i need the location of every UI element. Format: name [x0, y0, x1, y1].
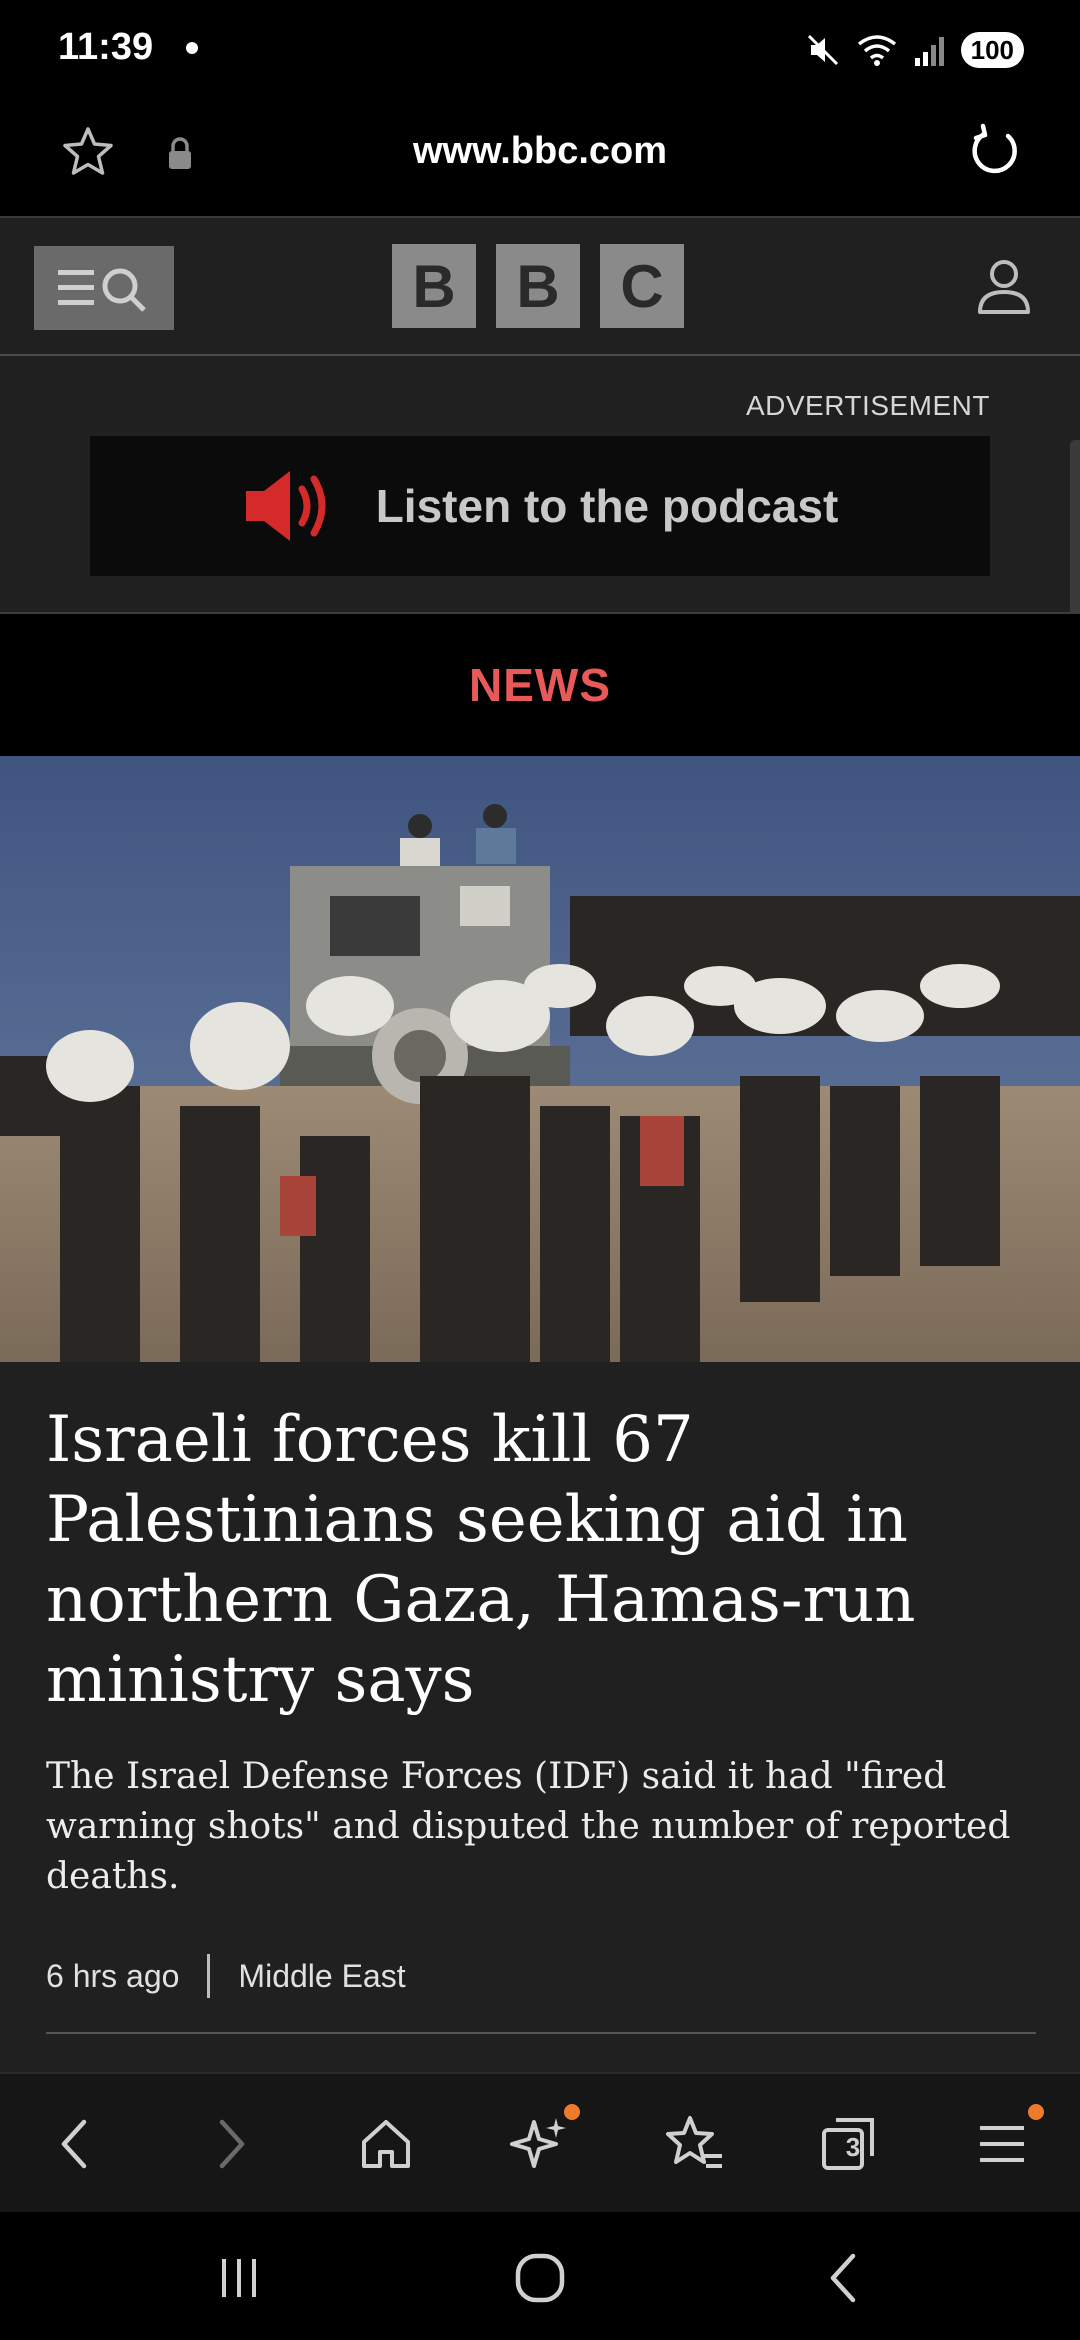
recent-apps-button[interactable]	[204, 2248, 274, 2308]
article-hero-image[interactable]	[0, 756, 1080, 1362]
ad-label: ADVERTISEMENT	[745, 390, 990, 421]
tab-count: 3	[845, 2132, 861, 2162]
browser-address-bar: www.bbc.com	[0, 100, 1080, 216]
bbc-logo-letter: B	[392, 244, 476, 328]
system-navigation-bar	[0, 2212, 1080, 2340]
chevron-left-icon	[61, 2119, 87, 2169]
home-button[interactable]	[346, 2104, 426, 2184]
news-section-bar: NEWS	[0, 614, 1080, 756]
status-icons: 100	[805, 28, 1024, 72]
news-section-link[interactable]: NEWS	[469, 658, 611, 712]
signal-icon	[914, 37, 944, 66]
bookmarks-button[interactable]	[654, 2104, 734, 2184]
reload-icon[interactable]	[964, 122, 1024, 187]
menu-search-button[interactable]	[34, 246, 174, 330]
status-time: 11:39	[58, 26, 154, 68]
ai-assistant-button[interactable]	[500, 2104, 580, 2184]
hamburger-menu-icon	[980, 2126, 1024, 2162]
back-chevron-icon	[830, 2253, 856, 2303]
wifi-icon	[857, 35, 896, 66]
back-button[interactable]	[34, 2104, 114, 2184]
bookmarks-star-icon	[666, 2116, 722, 2168]
account-icon[interactable]	[972, 254, 1036, 323]
mute-icon	[807, 34, 838, 66]
article-summary: The Israel Defense Forces (IDF) said it …	[46, 1756, 1011, 1897]
article-time: 6 hrs ago	[46, 1957, 180, 1994]
article-card[interactable]: Israeli forces kill 67 Palestinians seek…	[0, 1362, 1080, 2072]
menu-search-icon	[58, 268, 146, 312]
url-field[interactable]: www.bbc.com	[0, 130, 1080, 173]
article-category-link[interactable]: Middle East	[238, 1958, 405, 1995]
forward-button[interactable]	[192, 2104, 272, 2184]
article-headline[interactable]: Israeli forces kill 67 Palestinians seek…	[46, 1400, 1036, 1720]
article-divider	[46, 2032, 1036, 2034]
bbc-header: B B C	[0, 216, 1080, 356]
notification-badge-icon	[564, 2104, 580, 2120]
bbc-logo-letter: B	[496, 244, 580, 328]
browser-toolbar: 3	[0, 2072, 1080, 2212]
battery-icon: 100	[960, 32, 1024, 68]
podcast-ad-banner[interactable]: Listen to the podcast	[90, 436, 990, 576]
speaker-icon	[245, 471, 326, 541]
ad-banner-text: Listen to the podcast	[375, 480, 839, 532]
home-nav-button[interactable]	[505, 2248, 575, 2308]
recent-apps-icon	[222, 2259, 256, 2297]
tabs-button[interactable]: 3	[808, 2104, 888, 2184]
chevron-right-icon	[219, 2119, 245, 2169]
home-circle-icon	[515, 2253, 565, 2303]
article-meta: 6 hrs ago Middle East	[46, 1954, 406, 1998]
notification-dot-icon	[186, 42, 198, 54]
menu-button[interactable]	[962, 2104, 1044, 2184]
bbc-logo[interactable]: B B C	[392, 244, 684, 328]
back-nav-button[interactable]	[808, 2248, 878, 2308]
sparkle-icon	[510, 2118, 566, 2168]
status-bar: 11:39 100	[0, 0, 1080, 100]
bbc-logo-letter: C	[600, 244, 684, 328]
meta-divider	[207, 1954, 211, 1998]
notification-badge-icon	[1028, 2104, 1044, 2120]
advertisement-area: ADVERTISEMENT Listen to the podcast	[0, 356, 1080, 614]
home-icon	[362, 2120, 410, 2168]
